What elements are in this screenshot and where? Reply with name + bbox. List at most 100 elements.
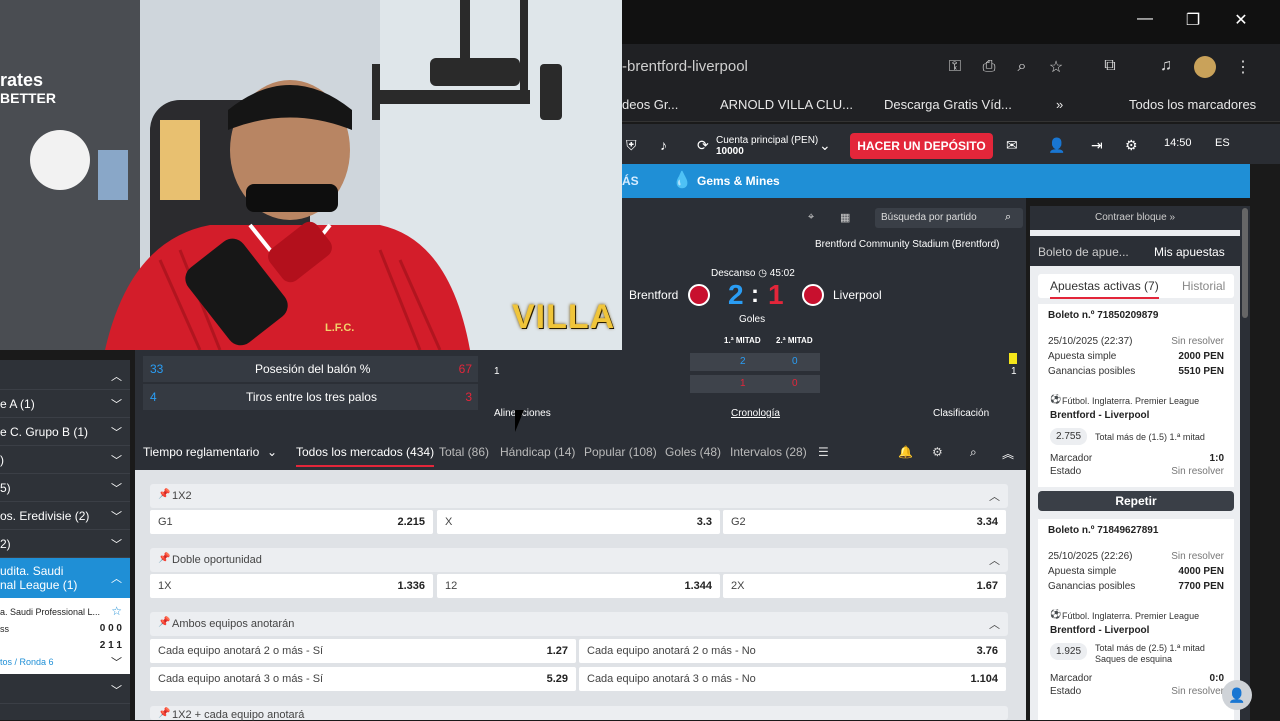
sidebar-item-active[interactable]: udita. Saudi nal League (1) ︿ — [0, 558, 130, 598]
scrollbar-thumb[interactable] — [1242, 208, 1248, 318]
zoom-icon[interactable]: ⌕ — [1011, 58, 1033, 76]
odd-button[interactable]: 2X 1.67 — [723, 574, 1006, 598]
chevron-down-icon[interactable]: ﹀ — [111, 508, 122, 524]
odd-button[interactable]: Cada equipo anotará 3 o más - Sí 5.29 — [150, 667, 576, 691]
star-icon[interactable]: ☆ — [1045, 57, 1067, 77]
bookmark-item[interactable]: Descarga Gratis Víd... — [884, 97, 1012, 112]
shield-icon[interactable]: ⛨ — [626, 137, 637, 154]
match-round[interactable]: tos / Ronda 6 — [0, 657, 54, 667]
sidebar-item[interactable]: ) ﹀ — [0, 446, 130, 474]
chevron-down-icon[interactable]: ﹀ — [111, 536, 122, 552]
odd-button[interactable]: Cada equipo anotará 3 o más - No 1.104 — [579, 667, 1006, 691]
repeat-button[interactable]: Repetir — [1038, 491, 1234, 511]
odd-button[interactable]: G1 2.215 — [150, 510, 433, 534]
period-select[interactable]: Tiempo reglamentario — [143, 445, 259, 459]
chevron-up-icon[interactable]: ︿ — [111, 570, 122, 586]
clock-display[interactable]: 14:50 — [1164, 137, 1192, 149]
odd-button[interactable]: X 3.3 — [437, 510, 720, 534]
bet-ticket[interactable]: Boleto n.º 71850209879 25/10/2025 (22:37… — [1038, 304, 1234, 487]
pin-icon[interactable]: ⌖ — [808, 211, 814, 224]
sidebar-item[interactable]: os. Eredivisie (2) ﹀ — [0, 502, 130, 530]
sidebar-item[interactable]: 5) ﹀ — [0, 474, 130, 502]
language-select[interactable]: ES — [1215, 137, 1230, 149]
logout-icon[interactable]: ⇥ — [1091, 137, 1103, 154]
chevron-down-icon[interactable]: ﹀ — [111, 424, 122, 440]
nav-more[interactable]: ÁS — [622, 174, 639, 188]
media-icon[interactable]: ♫ — [1155, 57, 1177, 75]
chevron-down-icon[interactable]: ﹀ — [111, 682, 122, 698]
search-icon[interactable]: ⌕ — [970, 445, 977, 460]
sidebar-item[interactable]: e A (1) ﹀ — [0, 390, 130, 418]
bookmarks-more-icon[interactable]: » — [1056, 97, 1063, 112]
sidebar-match-card[interactable]: a. Saudi Professional L... ☆ ss 0 0 0 2 … — [0, 598, 130, 674]
gear-icon[interactable]: ⚙ — [1125, 137, 1138, 154]
user-icon[interactable]: 👤 — [1048, 137, 1065, 154]
odd-button[interactable]: 12 1.344 — [437, 574, 720, 598]
sidebar-collapse[interactable]: ︿ — [0, 362, 130, 390]
market-header-double[interactable]: 📌 Doble oportunidad ︿ — [150, 548, 1008, 572]
chevron-up-icon[interactable]: ︿ — [111, 368, 122, 384]
tab-intervals[interactable]: Intervalos (28) — [730, 445, 807, 459]
account-balance[interactable]: Cuenta principal (PEN) 10000 — [716, 135, 818, 157]
pin-icon[interactable]: 📌 — [158, 489, 170, 500]
deposit-button[interactable]: HACER UN DEPÓSITO — [850, 133, 993, 159]
tab-history[interactable]: Historial — [1182, 279, 1225, 293]
chevron-down-icon[interactable]: ⌄ — [267, 445, 277, 459]
tab-all-markets[interactable]: Todos los mercados (434) — [296, 445, 435, 467]
nav-gems-mines[interactable]: Gems & Mines — [697, 174, 780, 188]
chevron-down-icon[interactable]: ﹀ — [111, 480, 122, 496]
chevron-down-icon[interactable]: ﹀ — [111, 396, 122, 412]
bookmark-item[interactable]: deos Gr... — [622, 97, 678, 112]
standings-tab[interactable]: Clasificación — [933, 408, 989, 419]
chevron-up-icon[interactable]: ︿ — [989, 552, 1000, 568]
odd-button[interactable]: 1X 1.336 — [150, 574, 433, 598]
bookmark-item[interactable]: ARNOLD VILLA CLU... — [720, 97, 853, 112]
address-bar-input[interactable]: -brentford-liverpool — [622, 58, 748, 75]
gear-icon[interactable]: ⚙ — [932, 445, 943, 459]
market-header-1x2-both[interactable]: 📌 1X2 + cada equipo anotará — [150, 706, 1008, 721]
pin-icon[interactable]: 📌 — [158, 617, 170, 628]
odd-button[interactable]: G2 3.34 — [723, 510, 1006, 534]
tab-my-bets[interactable]: Mis apuestas — [1154, 245, 1225, 259]
close-icon[interactable]: ✕ — [1226, 10, 1256, 30]
bell-icon[interactable]: 🔔 — [898, 445, 913, 459]
sidebar-item[interactable]: e C. Grupo B (1) ﹀ — [0, 418, 130, 446]
all-bookmarks[interactable]: Todos los marcadores — [1129, 97, 1256, 112]
tab-bet-slip[interactable]: Boleto de apue... — [1038, 245, 1129, 259]
mail-icon[interactable]: ✉ — [1006, 137, 1018, 154]
odd-button[interactable]: Cada equipo anotará 2 o más - No 3.76 — [579, 639, 1006, 663]
pin-icon[interactable]: 📌 — [158, 708, 170, 719]
chevron-down-icon[interactable]: ﹀ — [111, 452, 122, 468]
list-icon[interactable]: ☰ — [818, 445, 829, 459]
refresh-icon[interactable]: ⟳ — [697, 137, 709, 154]
tab-total[interactable]: Total (86) — [439, 445, 489, 459]
bet-ticket[interactable]: Boleto n.º 71849627891 25/10/2025 (22:26… — [1038, 519, 1234, 720]
extensions-icon[interactable]: ⧉ — [1099, 57, 1121, 75]
market-header-btts[interactable]: 📌 Ambos equipos anotarán ︿ — [150, 612, 1008, 636]
minimize-icon[interactable]: — — [1130, 10, 1160, 28]
sidebar-item[interactable]: 2) ﹀ — [0, 530, 130, 558]
chevron-up-icon[interactable]: ︿ — [989, 488, 1000, 504]
bell-icon[interactable]: ♪ — [660, 137, 667, 153]
menu-icon[interactable]: ⋮ — [1232, 57, 1254, 77]
chart-icon[interactable]: ▦ — [840, 211, 850, 224]
tab-handicap[interactable]: Hándicap (14) — [500, 445, 575, 459]
chat-icon[interactable]: 👤 — [1222, 680, 1252, 710]
restore-icon[interactable]: ❐ — [1178, 10, 1208, 30]
tab-popular[interactable]: Popular (108) — [584, 445, 657, 459]
search-icon[interactable]: ⌕ — [1005, 211, 1011, 224]
install-icon[interactable]: ⎙ — [978, 58, 1000, 76]
collapse-icon[interactable]: ︽ — [1002, 445, 1014, 462]
star-icon[interactable]: ☆ — [111, 604, 122, 618]
chevron-down-icon[interactable]: ⌄ — [819, 137, 831, 154]
chevron-up-icon[interactable]: ︿ — [989, 616, 1000, 632]
tab-goals[interactable]: Goles (48) — [665, 445, 721, 459]
pin-icon[interactable]: 📌 — [158, 553, 170, 564]
profile-avatar[interactable] — [1194, 56, 1216, 78]
key-icon[interactable]: ⚿ — [944, 58, 966, 76]
goals-dropdown[interactable]: Goles — [739, 314, 765, 325]
odd-button[interactable]: Cada equipo anotará 2 o más - Sí 1.27 — [150, 639, 576, 663]
chevron-down-icon[interactable]: ﹀ — [111, 654, 122, 670]
market-header-1x2[interactable]: 📌 1X2 ︿ — [150, 484, 1008, 508]
tab-active-bets[interactable]: Apuestas activas (7) — [1050, 279, 1159, 299]
